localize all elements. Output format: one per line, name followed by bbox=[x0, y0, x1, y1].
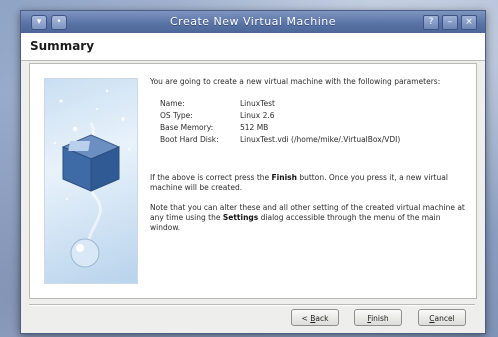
back-button-prefix: < bbox=[301, 314, 311, 323]
button-separator bbox=[29, 304, 475, 306]
param-label: OS Type: bbox=[160, 111, 193, 120]
cancel-button-label: ancel bbox=[434, 314, 455, 323]
back-button-label: ack bbox=[315, 314, 329, 323]
back-button[interactable]: < Back bbox=[291, 309, 339, 326]
window-title: Create New Virtual Machine bbox=[169, 15, 337, 28]
cancel-button[interactable]: Cancel bbox=[418, 309, 466, 326]
page-header: Summary bbox=[21, 33, 485, 61]
param-label: Base Memory: bbox=[160, 123, 214, 132]
finish-instructions: If the above is correct press the Finish… bbox=[150, 173, 470, 193]
finish-note-bold: Finish bbox=[271, 173, 297, 182]
param-value: Linux 2.6 bbox=[240, 111, 275, 120]
virtualbox-illustration bbox=[44, 78, 138, 284]
close-icon[interactable]: × bbox=[461, 15, 477, 30]
finish-button[interactable]: Finish bbox=[354, 309, 402, 326]
parameter-list: Name: LinuxTest OS Type: Linux 2.6 Base … bbox=[160, 99, 470, 147]
param-value: LinuxTest bbox=[240, 99, 275, 108]
content-panel: You are going to create a new virtual ma… bbox=[29, 63, 477, 299]
param-value: 512 MB bbox=[240, 123, 269, 132]
wizard-window: ▾ • Create New Virtual Machine ? – × Sum… bbox=[20, 10, 486, 334]
param-row: Base Memory: 512 MB bbox=[160, 123, 470, 135]
param-label: Boot Hard Disk: bbox=[160, 135, 219, 144]
virtualbox-cube-icon bbox=[53, 89, 130, 268]
intro-text: You are going to create a new virtual ma… bbox=[150, 77, 441, 86]
param-row: Boot Hard Disk: LinuxTest.vdi (/home/mik… bbox=[160, 135, 470, 147]
help-icon[interactable]: ? bbox=[423, 15, 439, 30]
finish-note-text: If the above is correct press the bbox=[150, 173, 272, 182]
settings-instructions: Note that you can alter these and all ot… bbox=[150, 203, 470, 233]
window-controls: ? – × bbox=[423, 15, 477, 30]
page-title: Summary bbox=[30, 39, 95, 53]
param-label: Name: bbox=[160, 99, 185, 108]
minimize-icon[interactable]: – bbox=[442, 15, 458, 30]
title-bar[interactable]: ▾ • Create New Virtual Machine ? – × bbox=[21, 11, 485, 33]
summary-text: You are going to create a new virtual ma… bbox=[150, 77, 470, 243]
param-row: OS Type: Linux 2.6 bbox=[160, 111, 470, 123]
finish-button-label: inish bbox=[371, 314, 389, 323]
param-value: LinuxTest.vdi (/home/mike/.VirtualBox/VD… bbox=[240, 135, 401, 144]
settings-note-bold: Settings bbox=[222, 213, 259, 222]
param-row: Name: LinuxTest bbox=[160, 99, 470, 111]
